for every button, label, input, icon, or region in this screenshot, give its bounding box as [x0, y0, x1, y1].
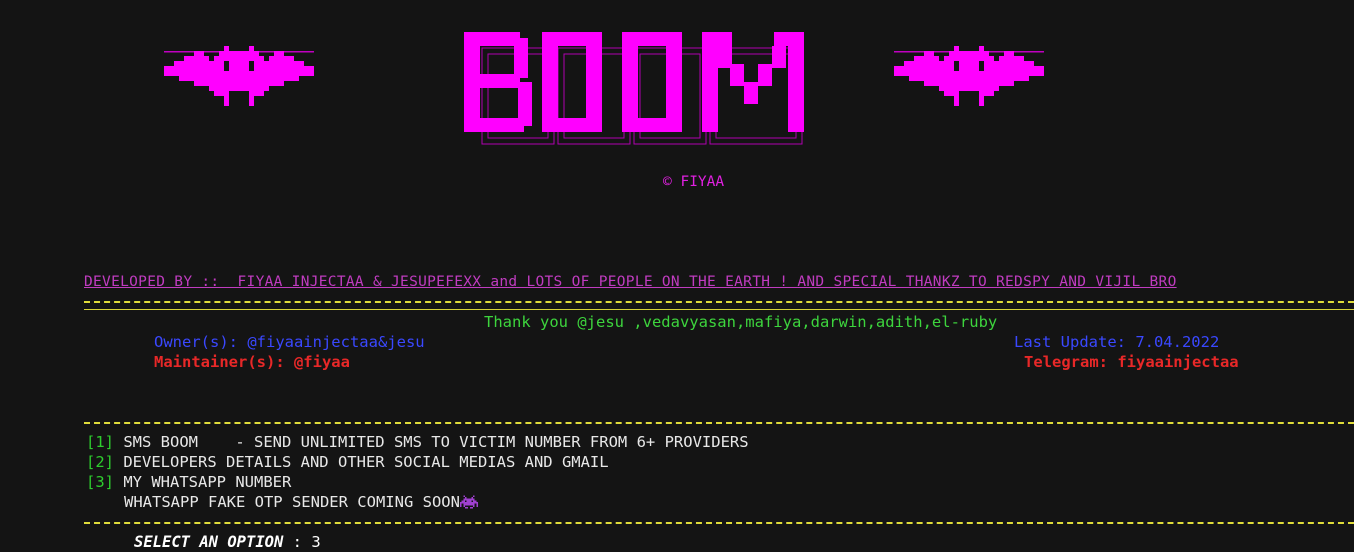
bat-icon-right — [894, 46, 1044, 106]
bat-icon-left — [164, 46, 314, 106]
developed-by-line: DEVELOPED BY :: FIYAA INJECTAA & JESUPEF… — [84, 274, 1177, 290]
menu-note-label: WHATSAPP FAKE OTP SENDER COMING SOON — [124, 493, 460, 511]
menu-label: MY WHATSAPP NUMBER — [123, 473, 292, 491]
divider-top-solid — [84, 309, 1354, 310]
divider-menu-top — [84, 422, 1354, 424]
menu-note: WHATSAPP FAKE OTP SENDER COMING SOON — [124, 492, 478, 512]
owner-line: Owner(s): @fiyaainjectaa&jesu — [154, 333, 425, 351]
divider-top — [84, 301, 1354, 303]
telegram-line: Telegram: fiyaainjectaa — [1024, 353, 1239, 371]
menu-item-1: [1] SMS BOOM - SEND UNLIMITED SMS TO VIC… — [86, 432, 749, 452]
menu-item-2: [2] DEVELOPERS DETAILS AND OTHER SOCIAL … — [86, 452, 609, 472]
divider-menu-bottom — [84, 522, 1354, 524]
menu-label: DEVELOPERS DETAILS AND OTHER SOCIAL MEDI… — [123, 453, 609, 471]
menu-number: [2] — [86, 453, 114, 471]
prompt-label: SELECT AN OPTION — [134, 533, 284, 551]
menu-item-3: [3] MY WHATSAPP NUMBER — [86, 472, 291, 492]
thanks-line: Thank you @jesu ,vedavyasan,mafiya,darwi… — [484, 313, 998, 331]
menu-number: [1] — [86, 433, 114, 451]
prompt-input-value[interactable]: 3 — [311, 533, 320, 551]
last-update-line: Last Update: 7.04.2022 — [1014, 333, 1220, 351]
menu-number: [3] — [86, 473, 114, 491]
copyright-text: © FIYAA — [663, 174, 725, 190]
option-prompt[interactable]: SELECT AN OPTION : 3 — [134, 532, 321, 552]
space-invader-icon — [459, 495, 478, 509]
boom-logo — [464, 32, 804, 145]
prompt-separator: : — [283, 533, 312, 551]
maintainer-line: Maintainer(s): @fiyaa — [154, 353, 350, 371]
menu-label: SMS BOOM - SEND UNLIMITED SMS TO VICTIM … — [123, 433, 749, 451]
